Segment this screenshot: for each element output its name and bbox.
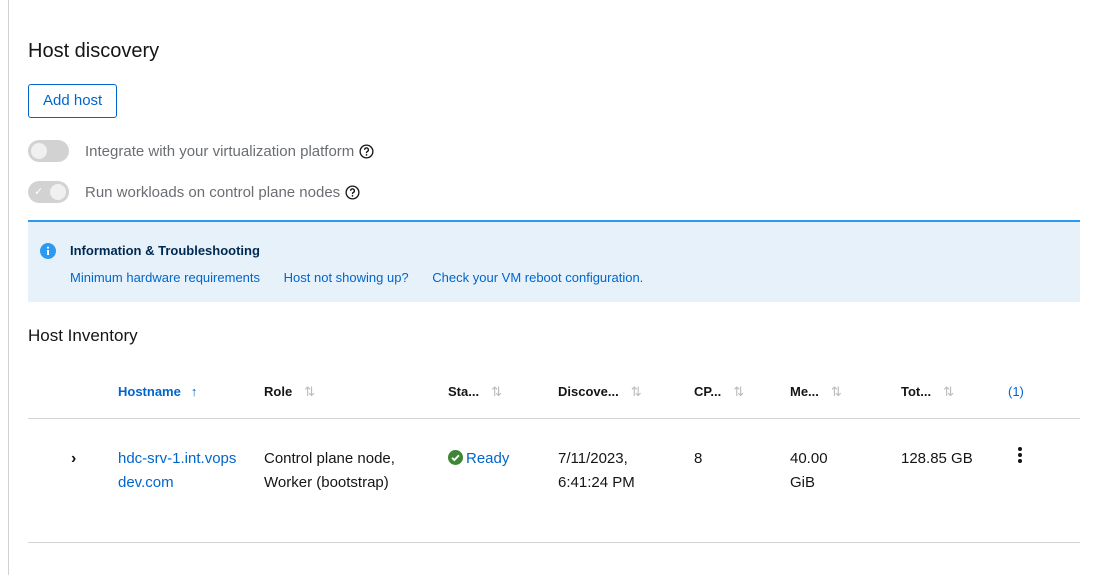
check-circle-icon [448, 449, 463, 465]
help-circle-icon[interactable] [359, 143, 374, 159]
sort-ascending-icon: ↑ [190, 384, 198, 400]
sort-icon: ⇅ [830, 383, 842, 399]
column-label: Me... [790, 383, 819, 399]
column-header-total-storage[interactable]: Tot... ⇅ [901, 366, 1008, 419]
host-discovery-title: Host discovery [28, 40, 160, 62]
table-row: › hdc-srv-1.int.vopsdev.com Control plan… [28, 418, 1080, 543]
column-header-memory[interactable]: Me... ⇅ [790, 366, 901, 419]
status-cell: Ready [448, 418, 558, 543]
column-header-hostname[interactable]: Hostname ↑ [118, 366, 264, 419]
column-header-cpu[interactable]: CP... ⇅ [694, 366, 790, 419]
expand-row-toggle[interactable]: › [28, 418, 118, 543]
column-label: Role [264, 383, 293, 399]
check-icon: ✓ [34, 186, 44, 198]
left-divider [8, 0, 9, 575]
alert-links: Minimum hardware requirements Host not s… [70, 270, 663, 285]
sort-icon: ⇅ [491, 383, 502, 399]
kebab-icon[interactable] [1018, 446, 1022, 465]
add-host-button[interactable]: Add host [28, 84, 118, 118]
run-workloads-switch[interactable]: ✓ [28, 181, 69, 203]
column-label: Hostname [118, 384, 181, 400]
total-storage-cell: 128.85 GB [901, 418, 1008, 543]
column-label: Tot... [901, 383, 932, 399]
switch-knob [31, 143, 47, 159]
switch-knob [50, 184, 66, 200]
info-circle-icon [40, 243, 56, 259]
alert-title: Information & Troubleshooting [70, 243, 260, 258]
sort-icon: ⇅ [304, 383, 316, 399]
integrate-virtualization-switch[interactable] [28, 140, 69, 162]
vm-reboot-configuration-link[interactable]: Check your VM reboot configuration. [432, 270, 643, 285]
role-cell: Control plane node, Worker (bootstrap) [264, 418, 448, 543]
column-header-role[interactable]: Role ⇅ [264, 366, 448, 419]
column-header-discovered[interactable]: Discove... ⇅ [558, 366, 694, 419]
help-circle-icon[interactable] [345, 184, 360, 200]
column-header-status[interactable]: Sta... ⇅ [448, 366, 558, 419]
table-header-row: Hostname ↑ Role ⇅ Sta... ⇅ Discove... ⇅ CP..… [28, 366, 1080, 419]
sort-icon: ⇅ [943, 383, 954, 399]
column-label: Sta... [448, 383, 480, 399]
minimum-hardware-requirements-link[interactable]: Minimum hardware requirements [70, 270, 260, 285]
integrate-virtualization-label: Integrate with your virtualization platf… [85, 142, 355, 160]
integrate-virtualization-toggle-row: Integrate with your virtualization platf… [28, 140, 374, 162]
host-not-showing-up-link[interactable]: Host not showing up? [284, 270, 409, 285]
info-alert: Information & Troubleshooting Minimum ha… [28, 220, 1080, 302]
sort-icon: ⇅ [733, 383, 745, 399]
hidden-columns-count[interactable]: (1) [1008, 366, 1080, 419]
host-inventory-table: Hostname ↑ Role ⇅ Sta... ⇅ Discove... ⇅ CP..… [28, 366, 1080, 543]
run-workloads-toggle-row: ✓ Run workloads on control plane nodes [28, 181, 360, 203]
status-ready[interactable]: Ready [448, 449, 510, 467]
sort-icon: ⇅ [630, 383, 642, 399]
column-label: Discove... [558, 383, 619, 399]
column-label: CP... [694, 383, 722, 399]
page: Host discovery Add host Integrate with y… [0, 0, 1116, 575]
memory-cell: 40.00 GiB [790, 418, 901, 543]
cpu-cell: 8 [694, 418, 790, 543]
host-inventory-title: Host Inventory [28, 326, 138, 345]
hostname-link[interactable]: hdc-srv-1.int.vopsdev.com [118, 418, 264, 543]
discovered-cell: 7/11/2023, 6:41:24 PM [558, 418, 694, 543]
row-actions-cell [1008, 418, 1080, 543]
run-workloads-label: Run workloads on control plane nodes [85, 183, 341, 201]
status-label: Ready [466, 449, 510, 467]
expand-column-header [28, 366, 118, 419]
